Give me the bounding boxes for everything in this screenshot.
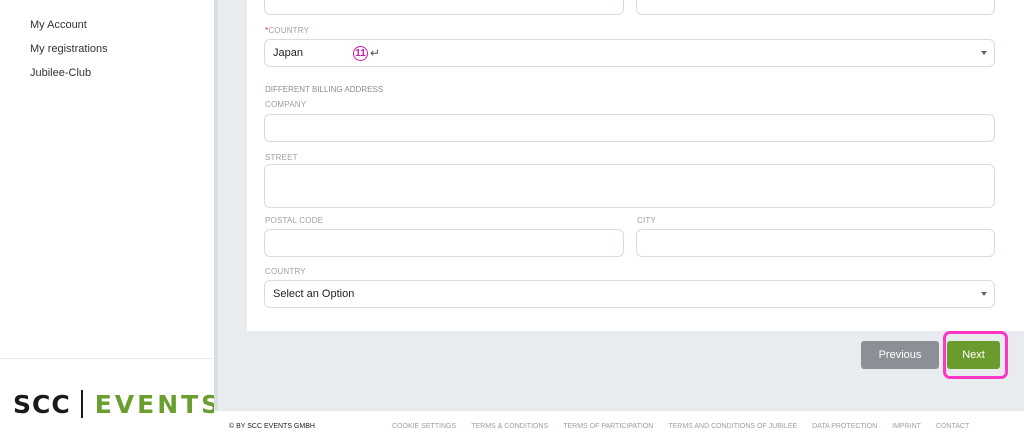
footer-link-cookie-settings[interactable]: COOKIE SETTINGS — [392, 423, 456, 430]
billing-country-placeholder: Select an Option — [273, 288, 355, 300]
footer-link-contact[interactable]: CONTACT — [936, 423, 969, 430]
sidebar-item-my-account[interactable]: My Account — [30, 13, 108, 37]
footer-link-terms-conditions[interactable]: TERMS & CONDITIONS — [471, 423, 548, 430]
registration-form-card: *COUNTRY Japan 11 ↵ DIFFERENT BILLING AD… — [247, 0, 1024, 378]
sidebar-item-my-registrations[interactable]: My registrations — [30, 37, 108, 61]
street-textarea[interactable] — [264, 164, 995, 208]
footer-link-imprint[interactable]: IMPRINT — [892, 423, 921, 430]
street-label: STREET — [265, 153, 298, 162]
company-label: COMPANY — [265, 100, 307, 109]
step-annotation: 11 ↵ — [352, 45, 381, 61]
footer-link-data-protection[interactable]: DATA PROTECTION — [812, 423, 877, 430]
return-key-icon: ↵ — [369, 46, 381, 60]
city-label: CITY — [637, 216, 657, 225]
country-value: Japan — [273, 47, 303, 59]
sidebar-nav: My Account My registrations Jubilee-Club — [30, 13, 108, 85]
billing-country-select[interactable]: Select an Option — [264, 280, 995, 308]
main-content: *COUNTRY Japan 11 ↵ DIFFERENT BILLING AD… — [214, 0, 1024, 440]
copyright-text: © BY SCC EVENTS GMBH — [229, 423, 315, 430]
previous-field-right[interactable] — [636, 0, 995, 15]
sidebar-item-jubilee-club[interactable]: Jubilee-Club — [30, 61, 108, 85]
footer-link-terms-jubilee[interactable]: TERMS AND CONDITIONS OF JUBILEE — [668, 423, 797, 430]
previous-field-left[interactable] — [264, 0, 624, 15]
billing-country-label: COUNTRY — [265, 267, 306, 276]
chevron-down-icon — [981, 292, 987, 296]
country-select[interactable]: Japan 11 ↵ — [264, 39, 995, 67]
footer-link-terms-participation[interactable]: TERMS OF PARTICIPATION — [563, 423, 653, 430]
billing-address-heading: DIFFERENT BILLING ADDRESS — [265, 85, 384, 94]
sidebar: My Account My registrations Jubilee-Club… — [0, 0, 219, 440]
logo-separator — [80, 390, 83, 418]
next-button[interactable]: Next — [947, 341, 1000, 369]
scc-events-logo: SCC EVENTS — [13, 384, 222, 424]
sidebar-divider — [0, 358, 214, 359]
company-input[interactable] — [264, 114, 995, 142]
step-number-icon: 11 — [352, 45, 368, 61]
footer-links: COOKIE SETTINGS TERMS & CONDITIONS TERMS… — [392, 423, 969, 430]
sidebar-edge — [214, 0, 218, 440]
page-footer: © BY SCC EVENTS GMBH COOKIE SETTINGS TER… — [214, 410, 1024, 440]
city-input[interactable] — [636, 229, 995, 257]
country-label: *COUNTRY — [265, 26, 310, 35]
postal-code-label: POSTAL CODE — [265, 216, 324, 225]
logo-scc-text: SCC — [13, 389, 71, 419]
logo-events-text: EVENTS — [94, 389, 223, 419]
postal-code-input[interactable] — [264, 229, 624, 257]
page: My Account My registrations Jubilee-Club… — [0, 0, 1024, 440]
previous-button[interactable]: Previous — [861, 341, 939, 369]
chevron-down-icon — [981, 51, 987, 55]
